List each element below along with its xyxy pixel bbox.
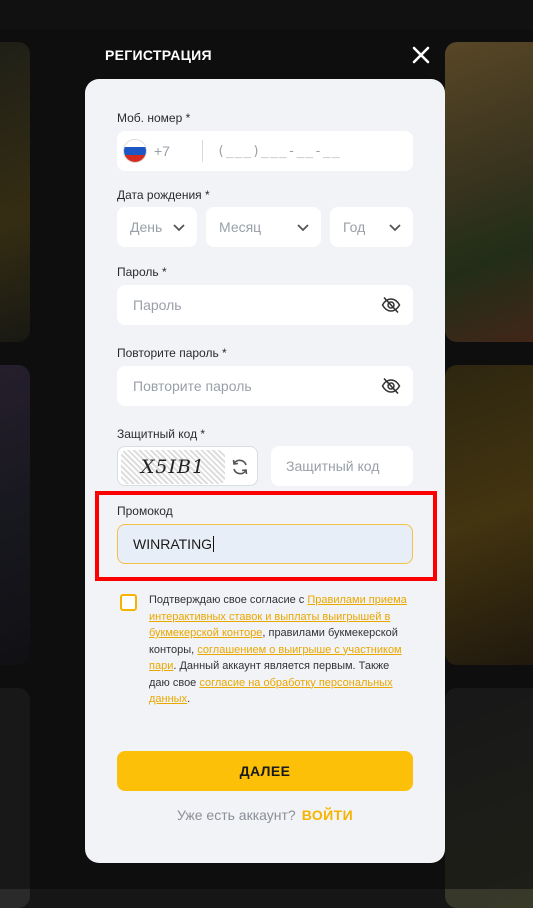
consent-text-part: Подтверждаю свое согласие с [149, 594, 308, 606]
consent-text-part: . [187, 693, 191, 705]
repeat-password-field[interactable]: Повторите пароль [117, 366, 413, 406]
captcha-image-text: X5IB1 [140, 456, 206, 478]
password-field[interactable]: Пароль [117, 285, 413, 325]
phone-input[interactable]: (___)___-__-__ [217, 144, 341, 159]
phone-field: +7 (___)___-__-__ [117, 131, 413, 171]
captcha-input[interactable]: Защитный код [286, 458, 379, 474]
refresh-icon[interactable] [231, 458, 249, 476]
password-input[interactable]: Пароль [133, 297, 182, 313]
captcha-box: X5IB1 [117, 446, 258, 486]
promo-input[interactable]: WINRATING [117, 524, 413, 564]
year-select[interactable]: Год [330, 207, 413, 247]
close-icon [412, 46, 430, 64]
text-caret [213, 536, 215, 552]
month-select[interactable]: Месяц [206, 207, 321, 247]
phone-label: Моб. номер * [117, 111, 191, 125]
promo-label: Промокод [117, 504, 173, 518]
russia-flag-icon[interactable] [123, 139, 147, 163]
country-code[interactable]: +7 [154, 143, 194, 159]
month-select-value: Месяц [219, 219, 262, 235]
modal-title: РЕГИСТРАЦИЯ [105, 47, 212, 63]
login-prompt: Уже есть аккаунт? [176, 807, 296, 823]
day-select-value: День [130, 219, 163, 235]
captcha-image: X5IB1 [121, 450, 225, 484]
login-row: Уже есть аккаунт? ВОЙТИ [85, 807, 445, 823]
chevron-down-icon [389, 224, 401, 232]
eye-off-icon[interactable] [381, 377, 401, 395]
repeat-password-label: Повторите пароль * [117, 346, 227, 360]
captcha-field[interactable]: Защитный код [271, 446, 413, 486]
captcha-label: Защитный код * [117, 427, 206, 441]
chevron-down-icon [297, 224, 309, 232]
close-button[interactable] [407, 41, 435, 69]
password-label: Пароль * [117, 265, 167, 279]
registration-modal: Моб. номер * +7 (___)___-__-__ Дата рожд… [85, 79, 445, 863]
submit-button[interactable]: ДАЛЕЕ [117, 751, 413, 791]
divider [202, 140, 203, 162]
login-link[interactable]: ВОЙТИ [302, 807, 353, 823]
promo-input-value: WINRATING [133, 536, 213, 552]
eye-off-icon[interactable] [381, 296, 401, 314]
consent-checkbox[interactable] [120, 594, 137, 611]
repeat-password-input[interactable]: Повторите пароль [133, 378, 252, 394]
chevron-down-icon [173, 224, 185, 232]
year-select-value: Год [343, 219, 366, 235]
consent-text: Подтверждаю свое согласие с Правилами пр… [149, 592, 411, 708]
day-select[interactable]: День [117, 207, 197, 247]
birth-date-label: Дата рождения * [117, 188, 210, 202]
